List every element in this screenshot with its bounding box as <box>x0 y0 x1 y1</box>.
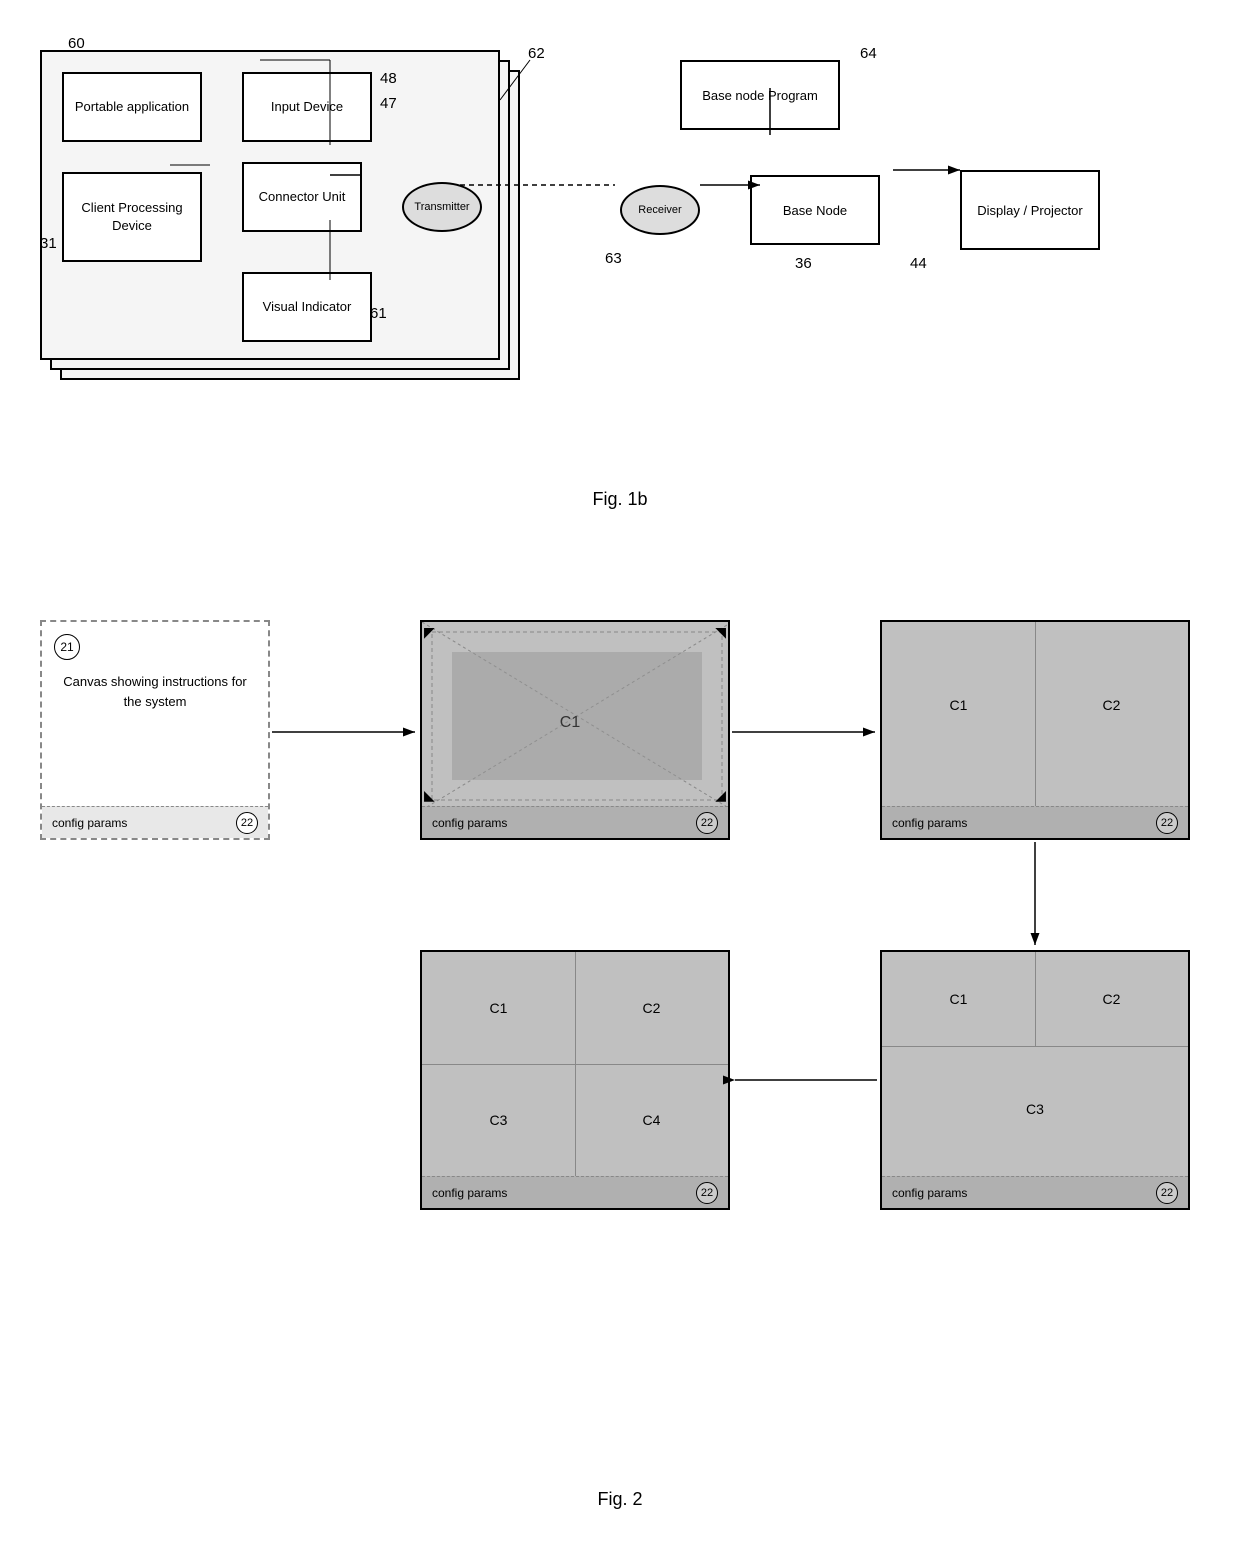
label-60: 60 <box>68 35 85 52</box>
label-63: 63 <box>605 250 622 267</box>
label-36: 36 <box>795 255 812 272</box>
connector-unit-label: Connector Unit <box>259 188 346 206</box>
badge-22-1: 22 <box>236 812 258 834</box>
config-bar-5: config params 22 <box>882 1176 1188 1208</box>
display-projector-label: Display / Projector <box>977 203 1082 218</box>
label-48: 48 <box>380 70 397 87</box>
label-64: 64 <box>860 45 877 62</box>
corner-arrow-bl: ◣ <box>424 787 435 804</box>
fig2-caption: Fig. 2 <box>597 1489 642 1510</box>
base-node-program-box: Base node Program <box>680 60 840 130</box>
c2-label-tr: C2 <box>1103 697 1121 713</box>
input-device-box: Input Device <box>242 72 372 142</box>
stack-layer-front: Portable application Input Device Client… <box>40 50 500 360</box>
portable-app-label: Portable application <box>75 98 189 116</box>
canvas-text: Canvas showing instructions for the syst… <box>57 672 253 711</box>
badge-21: 21 <box>54 634 80 660</box>
c1-label-bm: C1 <box>490 1000 508 1016</box>
c2-label-bm: C2 <box>643 1000 661 1016</box>
label-47: 47 <box>380 95 397 112</box>
c3-label-br: C3 <box>1026 1101 1044 1117</box>
label-61: 61 <box>370 305 387 322</box>
config-bar-1: config params 22 <box>42 806 268 838</box>
base-node-program-label: Base node Program <box>702 88 818 103</box>
canvas-c1-diag-box: C1 config params 22 ◤ ◥ ◣ ◢ <box>420 620 730 840</box>
badge-22-5: 22 <box>1156 1182 1178 1204</box>
c4-label-bm: C4 <box>643 1112 661 1128</box>
canvas-instructions-box: 21 Canvas showing instructions for the s… <box>40 620 270 840</box>
fig1b-caption: Fig. 1b <box>592 489 647 510</box>
right-side-components: Base node Program Receiver Base Node Dis… <box>600 40 1190 460</box>
visual-indicator-label: Visual Indicator <box>263 298 352 316</box>
portable-app-box: Portable application <box>62 72 202 142</box>
badge-22-3: 22 <box>1156 812 1178 834</box>
c3-label-bm: C3 <box>490 1112 508 1128</box>
visual-indicator-box: Visual Indicator <box>242 272 372 342</box>
device-stack: Portable application Input Device Client… <box>40 50 540 410</box>
canvas-c1c2c3-box: C1 C2 C3 config params 22 <box>880 950 1190 1210</box>
corner-arrow-tr: ◥ <box>715 624 726 641</box>
receiver-ellipse: Receiver <box>620 185 700 235</box>
base-node-box: Base Node <box>750 175 880 245</box>
fig2-section: 21 Canvas showing instructions for the s… <box>0 560 1240 1520</box>
label-31: 31 <box>40 235 57 252</box>
c2-label-br: C2 <box>1103 991 1121 1007</box>
display-projector-box: Display / Projector <box>960 170 1100 250</box>
client-proc-box: Client Processing Device <box>62 172 202 262</box>
receiver-label: Receiver <box>638 204 681 216</box>
badge-22-4: 22 <box>696 1182 718 1204</box>
label-62: 62 <box>528 45 545 62</box>
diagonal-lines-svg: C1 <box>422 622 728 806</box>
transmitter-label: Transmitter <box>414 201 469 213</box>
client-proc-label: Client Processing Device <box>64 199 200 235</box>
config-bar-2: config params 22 <box>422 806 728 838</box>
svg-text:C1: C1 <box>560 714 581 731</box>
badge-22-2: 22 <box>696 812 718 834</box>
input-device-label: Input Device <box>271 98 343 116</box>
corner-arrow-br: ◢ <box>715 787 726 804</box>
c1-label-tr: C1 <box>950 697 968 713</box>
canvas-c1c2c3c4-box: C1 C2 C3 C4 config params 22 <box>420 950 730 1210</box>
config-bar-3: config params 22 <box>882 806 1188 838</box>
label-44: 44 <box>910 255 927 272</box>
config-bar-4: config params 22 <box>422 1176 728 1208</box>
connector-unit-box: Connector Unit <box>242 162 362 232</box>
base-node-label: Base Node <box>783 203 847 218</box>
c1-label-br: C1 <box>950 991 968 1007</box>
fig1b-section: Portable application Input Device Client… <box>0 0 1240 520</box>
corner-arrow-tl: ◤ <box>424 624 435 641</box>
canvas-c1c2-box: C1 C2 config params 22 <box>880 620 1190 840</box>
transmitter-ellipse: Transmitter <box>402 182 482 232</box>
